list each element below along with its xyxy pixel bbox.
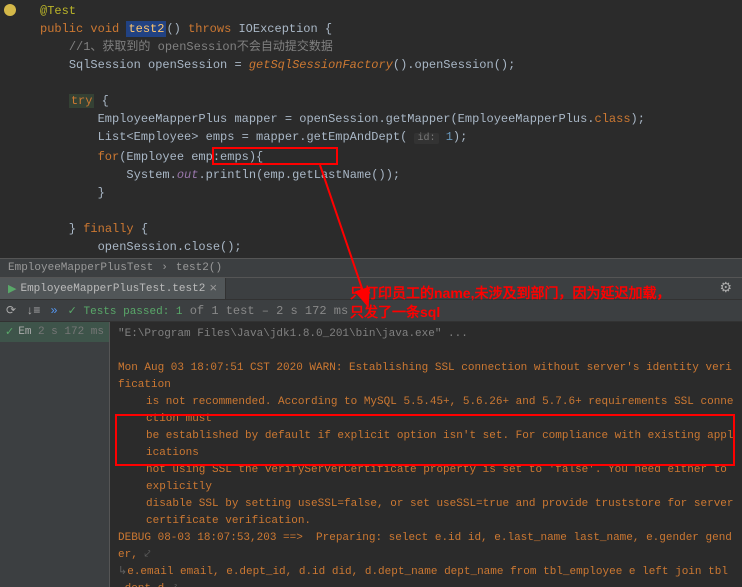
println-arg: emp.getLastName() [263, 168, 385, 182]
method-name: test2 [126, 21, 166, 37]
test-item[interactable]: ✓ Em 2 s 172 ms [0, 322, 109, 342]
tab-label: EmployeeMapperPlusTest.test2 [20, 283, 205, 295]
run-tab-bar: ▶ EmployeeMapperPlusTest.test2 × ⚙ [0, 278, 742, 300]
filter-icon[interactable]: ↓≡ [26, 304, 40, 318]
expand-icon[interactable]: » [50, 304, 57, 318]
tests-passed: ✓ Tests passed: 1 [68, 306, 183, 318]
breadcrumb-method[interactable]: test2() [168, 262, 230, 274]
annotation-test: @Test [40, 4, 76, 18]
bulb-icon[interactable] [4, 4, 16, 16]
code-editor[interactable]: @Test public void test2() throws IOExcep… [0, 0, 742, 258]
refresh-icon[interactable]: ⟳ [6, 303, 16, 318]
check-icon: ✓ [5, 325, 14, 339]
close-icon[interactable]: × [209, 281, 217, 296]
test-toolbar: ⟳ ↓≡ » ✓ Tests passed: 1 of 1 test – 2 s… [0, 300, 742, 322]
run-icon: ▶ [8, 282, 16, 296]
test-duration: 2 s 172 ms [38, 326, 104, 338]
breadcrumb-class[interactable]: EmployeeMapperPlusTest [8, 262, 161, 274]
console-area: ✓ Em 2 s 172 ms "E:\Program Files\Java\j… [0, 322, 742, 587]
console-output[interactable]: "E:\Program Files\Java\jdk1.8.0_201\bin\… [110, 322, 742, 587]
console-cmd: "E:\Program Files\Java\jdk1.8.0_201\bin\… [118, 326, 734, 343]
gear-icon[interactable]: ⚙ [719, 280, 732, 297]
run-tab[interactable]: ▶ EmployeeMapperPlusTest.test2 × [0, 278, 226, 299]
breadcrumb[interactable]: EmployeeMapperPlusTest›test2() [0, 258, 742, 278]
test-tree[interactable]: ✓ Em 2 s 172 ms [0, 322, 110, 587]
comment: //1、获取到的 openSession不会自动提交数据 [69, 40, 333, 54]
